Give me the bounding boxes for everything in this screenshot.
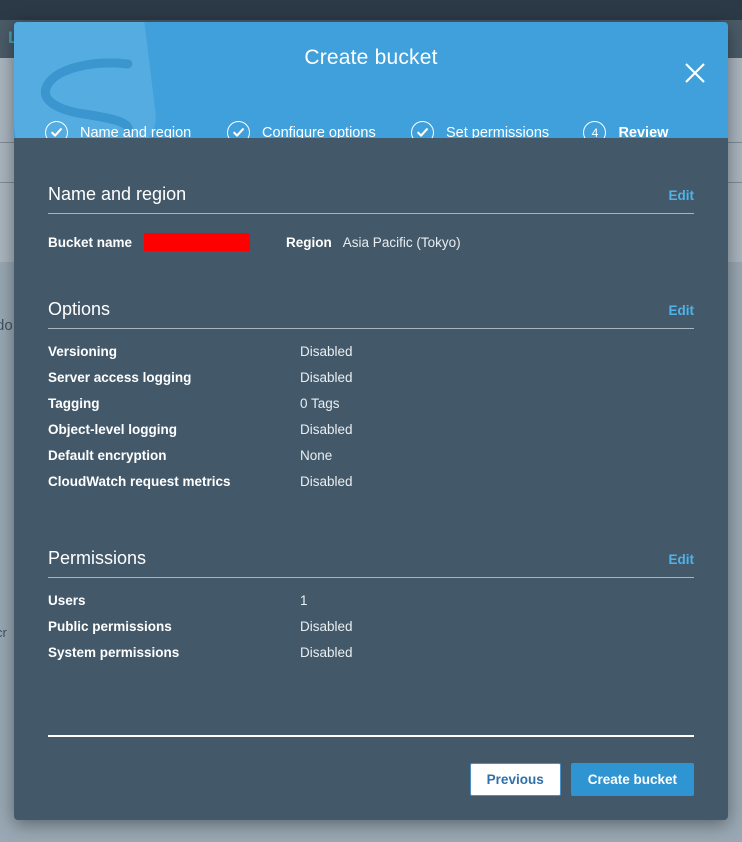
list-item: Default encryption None [48, 448, 694, 474]
permission-label: Users [48, 593, 86, 608]
option-value: Disabled [300, 370, 353, 385]
option-label: Server access logging [48, 370, 192, 385]
option-value: Disabled [300, 474, 353, 489]
section-header: Permissions Edit [48, 548, 694, 578]
options-list: Versioning Disabled Server access loggin… [48, 329, 694, 500]
option-label: Default encryption [48, 448, 167, 463]
list-item: Server access logging Disabled [48, 370, 694, 396]
step-review[interactable]: 4 Review [583, 121, 708, 138]
section-permissions: Permissions Edit Users 1 Public permissi… [48, 500, 694, 671]
step-set-permissions[interactable]: Set permissions [410, 121, 583, 139]
section-header: Options Edit [48, 299, 694, 329]
list-item: Versioning Disabled [48, 344, 694, 370]
edit-permissions-link[interactable]: Edit [669, 552, 695, 567]
permissions-list: Users 1 Public permissions Disabled Syst… [48, 578, 694, 671]
option-value: Disabled [300, 422, 353, 437]
option-label: Object-level logging [48, 422, 178, 437]
option-value: Disabled [300, 344, 353, 359]
list-item: CloudWatch request metrics Disabled [48, 474, 694, 500]
region-label: Region [286, 234, 332, 250]
section-title: Name and region [48, 184, 187, 204]
bucket-name-redacted-value [144, 233, 251, 251]
list-item: System permissions Disabled [48, 645, 694, 671]
region-value: Asia Pacific (Tokyo) [342, 234, 461, 250]
step-label: Configure options [262, 124, 376, 139]
console-navbar [0, 0, 742, 20]
footer-actions: Previous Create bucket [48, 762, 694, 796]
modal-body: Name and region Edit Bucket name Region … [14, 138, 728, 735]
step-label: Review [618, 124, 669, 139]
modal-title: Create bucket [304, 46, 438, 69]
bucket-name-region-row: Bucket name Region Asia Pacific (Tokyo) [48, 214, 694, 251]
step-label: Set permissions [445, 124, 550, 139]
step-name-and-region[interactable]: Name and region [45, 121, 227, 138]
section-name-and-region: Name and region Edit Bucket name Region … [48, 138, 694, 251]
check-icon [45, 121, 68, 138]
create-bucket-modal: Create bucket Name and region Configure … [14, 22, 728, 820]
option-value: 0 Tags [300, 396, 340, 411]
section-options: Options Edit Versioning Disabled Server … [48, 251, 694, 500]
option-label: Versioning [48, 344, 118, 359]
check-icon [410, 121, 434, 138]
option-label: Tagging [48, 396, 100, 411]
section-header: Name and region Edit [48, 184, 694, 214]
permission-label: System permissions [48, 645, 180, 660]
section-title: Permissions [48, 548, 147, 568]
close-icon[interactable] [682, 60, 708, 86]
list-item: Public permissions Disabled [48, 619, 694, 645]
permission-label: Public permissions [48, 619, 172, 634]
list-item: Object-level logging Disabled [48, 422, 694, 448]
footer-divider [48, 734, 694, 737]
section-title: Options [48, 299, 111, 319]
permission-value: Disabled [300, 619, 353, 634]
list-item: Tagging 0 Tags [48, 396, 694, 422]
check-icon [227, 121, 251, 138]
modal-header: Create bucket Name and region Configure … [14, 22, 728, 138]
step-configure-options[interactable]: Configure options [227, 121, 411, 138]
option-value: None [300, 448, 333, 463]
wizard-steps: Name and region Configure options Set pe… [45, 121, 708, 138]
create-bucket-button[interactable]: Create bucket [570, 762, 694, 796]
step-number-badge: 4 [583, 121, 607, 139]
permission-value: Disabled [300, 645, 353, 660]
step-number: 4 [591, 125, 599, 139]
list-item: Users 1 [48, 593, 694, 619]
permission-value: 1 [300, 593, 308, 608]
step-label: Name and region [80, 124, 192, 139]
option-label: CloudWatch request metrics [48, 474, 231, 489]
bucket-name-label: Bucket name [48, 234, 133, 250]
edit-name-and-region-link[interactable]: Edit [669, 188, 695, 203]
previous-button[interactable]: Previous [469, 762, 561, 796]
modal-footer: Previous Create bucket [14, 734, 728, 821]
edit-options-link[interactable]: Edit [669, 303, 695, 318]
